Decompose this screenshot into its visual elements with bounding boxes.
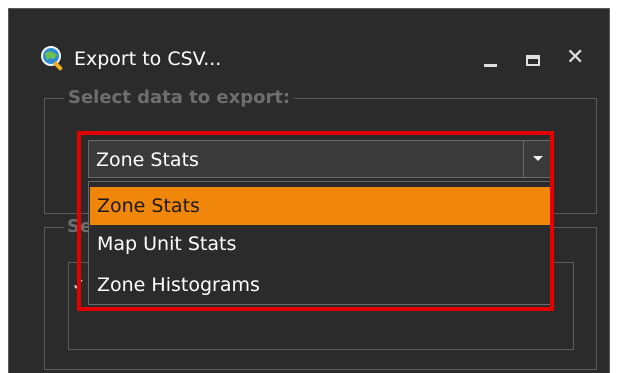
select-data-group-title: Select data to export: [64,85,295,111]
maximize-icon[interactable] [526,55,540,66]
minimize-icon[interactable] [484,64,497,67]
magnifier-globe-icon [41,46,63,71]
window-title: Export to CSV... [74,48,222,70]
close-icon[interactable]: ✕ [566,44,584,72]
annotation-highlight-box [77,131,554,311]
